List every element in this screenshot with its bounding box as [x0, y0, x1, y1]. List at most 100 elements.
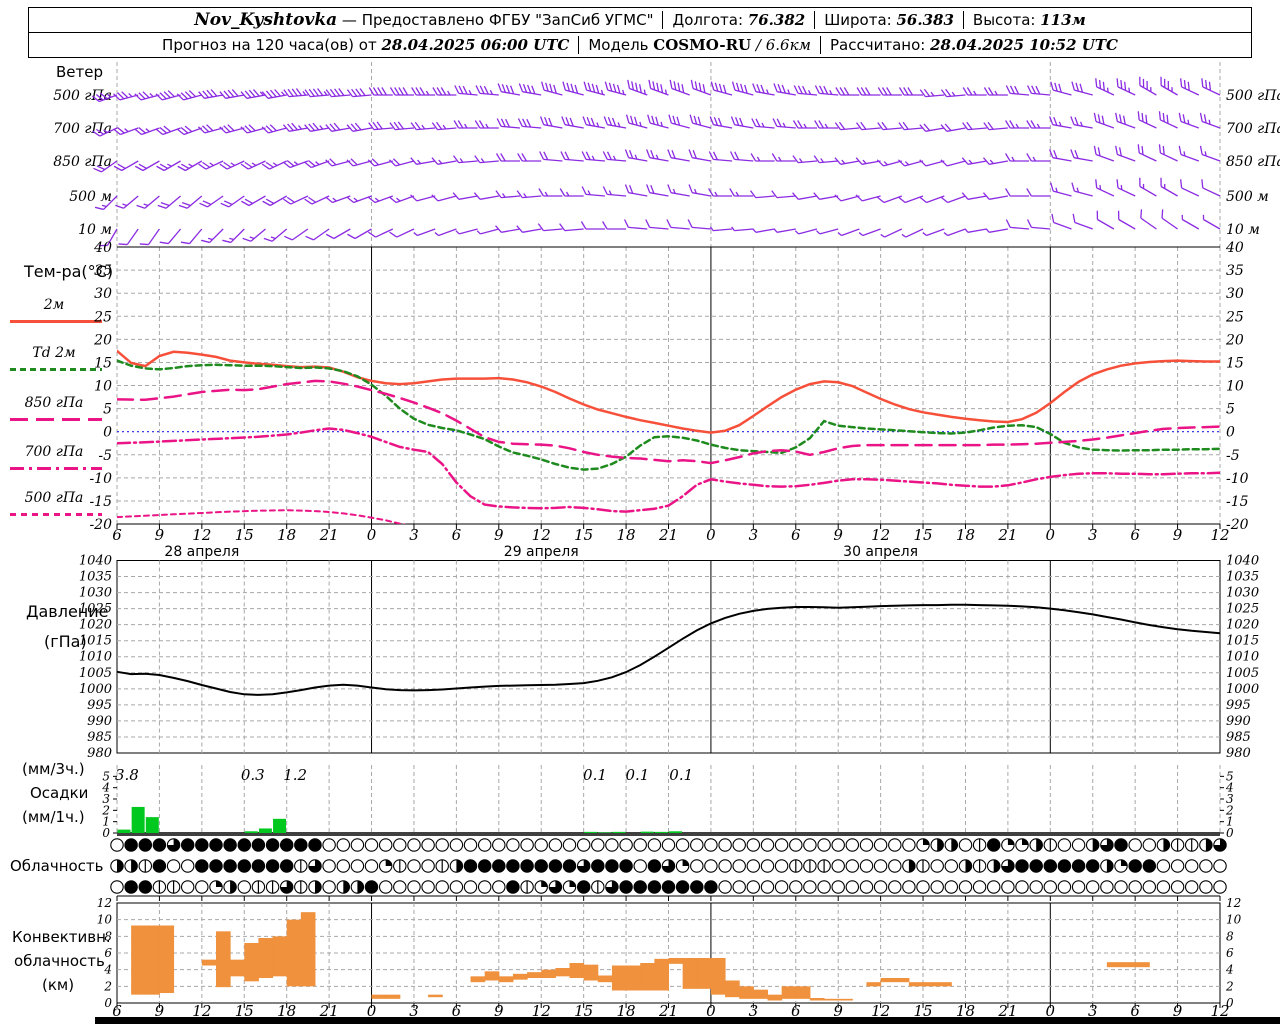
svg-text:-20: -20 — [89, 517, 112, 533]
convective-bar — [781, 986, 797, 999]
cloud-symbol-row-2 — [110, 880, 1227, 894]
svg-text:0.1: 0.1 — [625, 766, 649, 784]
svg-text:1040: 1040 — [79, 554, 112, 569]
precip-bar — [640, 831, 654, 833]
convective-bar — [512, 973, 528, 980]
svg-text:990: 990 — [1226, 714, 1251, 729]
precip-bar — [612, 831, 626, 833]
convective-bar — [201, 959, 217, 966]
svg-text:0.3: 0.3 — [241, 766, 265, 784]
svg-text:15: 15 — [913, 526, 932, 544]
convective-bar — [385, 994, 401, 999]
svg-text:6: 6 — [112, 526, 122, 544]
svg-text:8: 8 — [1226, 929, 1234, 943]
svg-text:6: 6 — [1226, 946, 1234, 960]
convective-bar — [809, 998, 825, 1001]
svg-text:1035: 1035 — [79, 570, 112, 585]
convective-bar — [484, 971, 500, 981]
wind-barbs-row-2 — [93, 144, 1221, 173]
svg-text:850 гПа: 850 гПа — [53, 154, 112, 170]
svg-text:-5: -5 — [1226, 448, 1240, 464]
convective-bar — [767, 994, 783, 1001]
convective-bar — [710, 958, 726, 995]
convective-bar — [626, 965, 641, 991]
precip-bar — [669, 831, 682, 833]
convective-bar — [654, 958, 669, 991]
temp-series-2м — [117, 349, 1220, 434]
svg-text:1030: 1030 — [79, 586, 112, 601]
convective-bar — [1121, 962, 1136, 968]
svg-text:1035: 1035 — [1226, 570, 1259, 585]
convective-bar — [682, 958, 698, 989]
convective-bar — [696, 958, 712, 989]
svg-text:30 апреля: 30 апреля — [843, 544, 918, 560]
convective-bar — [838, 998, 853, 1001]
svg-text:985: 985 — [87, 730, 112, 745]
svg-text:-5: -5 — [98, 448, 112, 464]
svg-text:12: 12 — [97, 896, 112, 910]
svg-text:6: 6 — [1130, 526, 1140, 544]
svg-text:35: 35 — [1226, 263, 1244, 279]
temperature-series — [117, 349, 1220, 524]
svg-text:40: 40 — [93, 240, 112, 256]
svg-text:995: 995 — [1226, 698, 1251, 713]
convective-bar — [541, 969, 556, 979]
svg-text:9: 9 — [1173, 526, 1183, 544]
svg-text:12: 12 — [532, 526, 551, 544]
precip-bar — [258, 828, 272, 833]
convective-bar — [1106, 962, 1122, 968]
convective-bar — [215, 931, 231, 988]
svg-text:0: 0 — [104, 996, 112, 1010]
svg-text:0.1: 0.1 — [583, 766, 607, 784]
convective-bar — [923, 982, 938, 987]
svg-text:0: 0 — [706, 526, 716, 544]
svg-text:1.2: 1.2 — [283, 766, 307, 784]
svg-text:6: 6 — [791, 526, 801, 544]
svg-text:-10: -10 — [1226, 471, 1249, 487]
convective-bar — [286, 919, 302, 987]
svg-text:30: 30 — [1226, 286, 1244, 302]
convective-bar — [272, 936, 288, 977]
svg-text:15: 15 — [1226, 355, 1244, 371]
pressure-panel: 1040 10401035 10351030 10301025 10251020 1020… — [79, 554, 1259, 761]
convective-bar — [611, 965, 627, 991]
convective-bar — [131, 925, 146, 995]
svg-text:12: 12 — [1226, 896, 1241, 910]
svg-text:40: 40 — [1225, 240, 1244, 256]
svg-text:10 м: 10 м — [1226, 222, 1260, 238]
svg-text:21: 21 — [658, 526, 678, 544]
svg-text:0.1: 0.1 — [669, 766, 693, 784]
svg-text:20: 20 — [1225, 332, 1244, 348]
svg-text:12: 12 — [871, 526, 890, 544]
svg-text:15: 15 — [574, 526, 593, 544]
svg-text:500 м: 500 м — [1226, 189, 1269, 205]
svg-text:12: 12 — [1210, 526, 1229, 544]
cloud-symbol-row-1 — [110, 859, 1227, 873]
svg-text:1000: 1000 — [79, 682, 112, 697]
svg-text:500 гПа: 500 гПа — [1226, 88, 1280, 104]
svg-text:15: 15 — [94, 355, 112, 371]
svg-text:9: 9 — [833, 526, 843, 544]
svg-text:6: 6 — [452, 526, 462, 544]
svg-text:3: 3 — [749, 526, 759, 544]
convective-bar — [739, 986, 754, 999]
svg-text:2: 2 — [1225, 979, 1234, 993]
svg-text:1010: 1010 — [1226, 650, 1259, 665]
svg-text:1025: 1025 — [79, 602, 112, 617]
svg-text:980: 980 — [87, 746, 112, 761]
svg-text:9: 9 — [155, 526, 165, 544]
svg-text:18: 18 — [956, 526, 975, 544]
svg-text:-10: -10 — [89, 471, 112, 487]
convective-bar — [937, 982, 952, 987]
svg-text:1020: 1020 — [1226, 618, 1259, 633]
convective-bar — [555, 968, 571, 977]
svg-text:30: 30 — [94, 286, 112, 302]
svg-text:3: 3 — [409, 526, 419, 544]
convective-bar — [527, 972, 542, 979]
precip-bar — [584, 831, 598, 833]
svg-text:3: 3 — [1088, 526, 1098, 544]
svg-text:1005: 1005 — [1226, 666, 1259, 681]
precipitation-panel: 0 01 12 23 34 45 53.8 0.3 1.2 0.1 0.1 0.1 — [101, 765, 1234, 840]
svg-text:35: 35 — [94, 263, 112, 279]
svg-text:8: 8 — [104, 929, 112, 943]
